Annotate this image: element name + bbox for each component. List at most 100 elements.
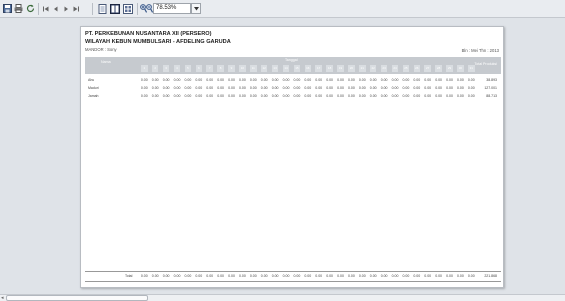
table-cell: 0.00 [304,94,312,98]
table-cell: 0.00 [326,86,333,90]
table-cell: 0.00 [402,86,410,90]
day-header-cell: 19 [337,65,344,72]
table-cell: 0.00 [467,86,475,90]
footer-cell: 0.00 [435,274,442,278]
table-cell: 0.00 [195,94,203,98]
day-header-cell: 22 [369,65,377,72]
table-cell: 0.00 [424,78,432,82]
table-cell: 0.00 [173,78,181,82]
table-row: Jamah 0.00 0.00 0.00 0.00 0.00 0.00 0.00 0.00 0.0… [85,94,501,99]
day-header-cell: 10 [239,65,246,72]
footer-cell: 0.00 [184,274,192,278]
zoom-out-icon[interactable] [146,3,153,14]
footer-cell: 0.00 [206,274,214,278]
scrollbar-thumb[interactable] [6,295,148,301]
table-cell: 0.00 [326,78,333,82]
footer-cell: 0.00 [173,274,181,278]
footer-label: Total [125,274,133,278]
zoom-dropdown-button[interactable] [191,3,201,14]
footer-cell: 0.00 [282,274,290,278]
footer-cell: 0.00 [380,274,388,278]
row-total: 88.713 [486,94,497,98]
footer-cell: 0.00 [162,274,170,278]
table-cell: 0.00 [162,78,170,82]
report-period: Bln : Mei Thn : 2013 [461,48,499,53]
table-cell: 0.00 [271,86,279,90]
table-cell: 0.00 [217,94,224,98]
footer-divider [85,271,501,272]
report-viewport[interactable]: PT. PERKEBUNAN NUSANTARA XII (PERSERO) W… [0,18,565,294]
footer-cell: 0.00 [358,274,366,278]
zoom-level-field[interactable]: 78.53% [153,3,191,14]
table-cell: 0.00 [391,86,399,90]
table-cell: 0.00 [249,94,257,98]
single-page-icon[interactable] [98,3,107,14]
day-header-cell: 14 [282,65,290,72]
day-header-cell: 6 [195,65,203,72]
day-header-cell: 27 [424,65,431,72]
day-header-cell: 25 [402,65,410,72]
table-cell: 0.00 [260,86,268,90]
report-page: PT. PERKEBUNAN NUSANTARA XII (PERSERO) W… [80,26,504,288]
day-header-cell: 11 [250,65,257,72]
table-cell: 0.00 [162,94,170,98]
last-page-icon[interactable] [72,3,80,14]
table-cell: 0.00 [228,86,235,90]
table-cell: 0.00 [402,78,410,82]
table-cell: 0.00 [456,86,464,90]
footer-cell: 0.00 [228,274,235,278]
table-cell: 0.00 [456,94,464,98]
table-row: Ahu 0.00 0.00 0.00 0.00 0.00 0.00 0.00 0.00 0.00 0… [85,78,501,83]
refresh-icon[interactable] [26,3,35,14]
table-cell: 0.00 [304,78,312,82]
footer-cell: 0.00 [347,274,355,278]
table-cell: 0.00 [206,78,214,82]
table-cell: 0.00 [402,94,410,98]
table-cell: 0.00 [282,86,290,90]
scroll-left-icon[interactable]: ◂ [1,295,4,301]
save-icon[interactable] [3,3,12,14]
column-header-tanggal: Tanggal [285,58,298,62]
row-name: Ahu [88,78,95,82]
row-name: Maduri [88,86,99,90]
footer-cell: 0.00 [195,274,203,278]
footer-cell: 0.00 [151,274,159,278]
first-page-icon[interactable] [42,3,50,14]
table-cell: 0.00 [184,94,192,98]
table-cell: 0.00 [337,94,344,98]
table-cell: 0.00 [413,78,421,82]
table-cell: 0.00 [140,78,148,82]
table-cell: 0.00 [446,94,453,98]
print-icon[interactable] [14,3,23,14]
table-cell: 0.00 [249,78,257,82]
report-viewer-toolbar: 78.53% [0,0,565,18]
day-header-cell: 31 [468,65,475,72]
table-cell: 0.00 [151,78,159,82]
table-cell: 0.00 [337,86,344,90]
table-cell: 0.00 [260,78,268,82]
table-row: Maduri 0.00 0.00 0.00 0.00 0.00 0.00 0.00 0.00 0.… [85,86,501,91]
report-company-title: PT. PERKEBUNAN NUSANTARA XII (PERSERO) [85,31,212,37]
two-page-icon[interactable] [110,3,120,14]
table-header: Nama Tanggal Total Produksi 1 2 3 4 5 6 7 8 9 10 1… [85,57,501,74]
footer-cell: 0.00 [249,274,257,278]
table-cell: 0.00 [195,78,203,82]
table-cell: 0.00 [358,78,366,82]
table-cell: 0.00 [206,86,214,90]
footer-cell: 0.00 [217,274,224,278]
table-cell: 0.00 [140,86,148,90]
footer-cell: 0.00 [391,274,399,278]
report-subtitle: WILAYAH KEBUN MUMBULSARI - AFDELING GARU… [85,39,231,45]
day-header-cell: 28 [435,65,442,72]
prev-page-icon[interactable] [52,3,60,14]
table-cell: 0.00 [358,94,366,98]
day-header-cell: 23 [380,65,388,72]
table-cell: 0.00 [184,78,192,82]
multi-page-icon[interactable] [123,3,133,14]
table-cell: 0.00 [217,86,224,90]
next-page-icon[interactable] [62,3,70,14]
footer-cell: 0.00 [424,274,432,278]
horizontal-scrollbar[interactable]: ◂ [0,294,565,301]
footer-cell: 0.00 [238,274,246,278]
footer-cell: 0.00 [140,274,148,278]
